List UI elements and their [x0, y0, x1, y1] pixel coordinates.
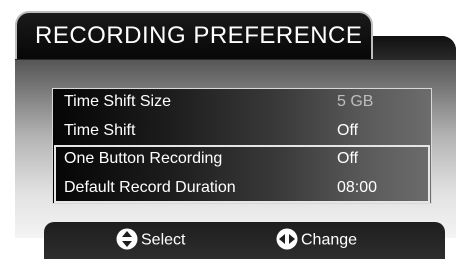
menu-item-default-record-duration[interactable]: Default Record Duration 08:00	[53, 175, 431, 203]
up-down-arrows-icon	[116, 228, 138, 250]
menu-item-label: One Button Recording	[64, 150, 223, 167]
settings-list: Time Shift Size 5 GB Time Shift Off One …	[52, 88, 432, 204]
menu-item-one-button-recording[interactable]: One Button Recording Off	[53, 146, 431, 174]
menu-item-value[interactable]: Off	[337, 150, 358, 168]
page-title: RECORDING PREFERENCE	[35, 22, 363, 49]
menu-item-label: Default Record Duration	[64, 179, 236, 196]
change-hint: Change	[276, 228, 358, 250]
menu-item-label: Time Shift Size	[64, 93, 171, 110]
footer-hint-bar: Select Change	[44, 222, 445, 259]
menu-item-label: Time Shift	[64, 122, 136, 139]
left-right-arrows-icon	[276, 228, 298, 250]
menu-item-time-shift-size: Time Shift Size 5 GB	[53, 89, 431, 117]
menu-item-time-shift[interactable]: Time Shift Off	[53, 118, 431, 146]
select-hint: Select	[116, 228, 186, 250]
menu-item-value[interactable]: Off	[337, 122, 358, 140]
select-hint-label: Select	[141, 231, 186, 249]
recording-preference-screen: RECORDING PREFERENCE Time Shift Size 5 G…	[0, 0, 466, 259]
change-hint-label: Change	[301, 231, 358, 249]
menu-item-value: 5 GB	[337, 93, 374, 110]
title-tab: RECORDING PREFERENCE	[15, 11, 373, 59]
menu-item-value[interactable]: 08:00	[337, 179, 377, 197]
